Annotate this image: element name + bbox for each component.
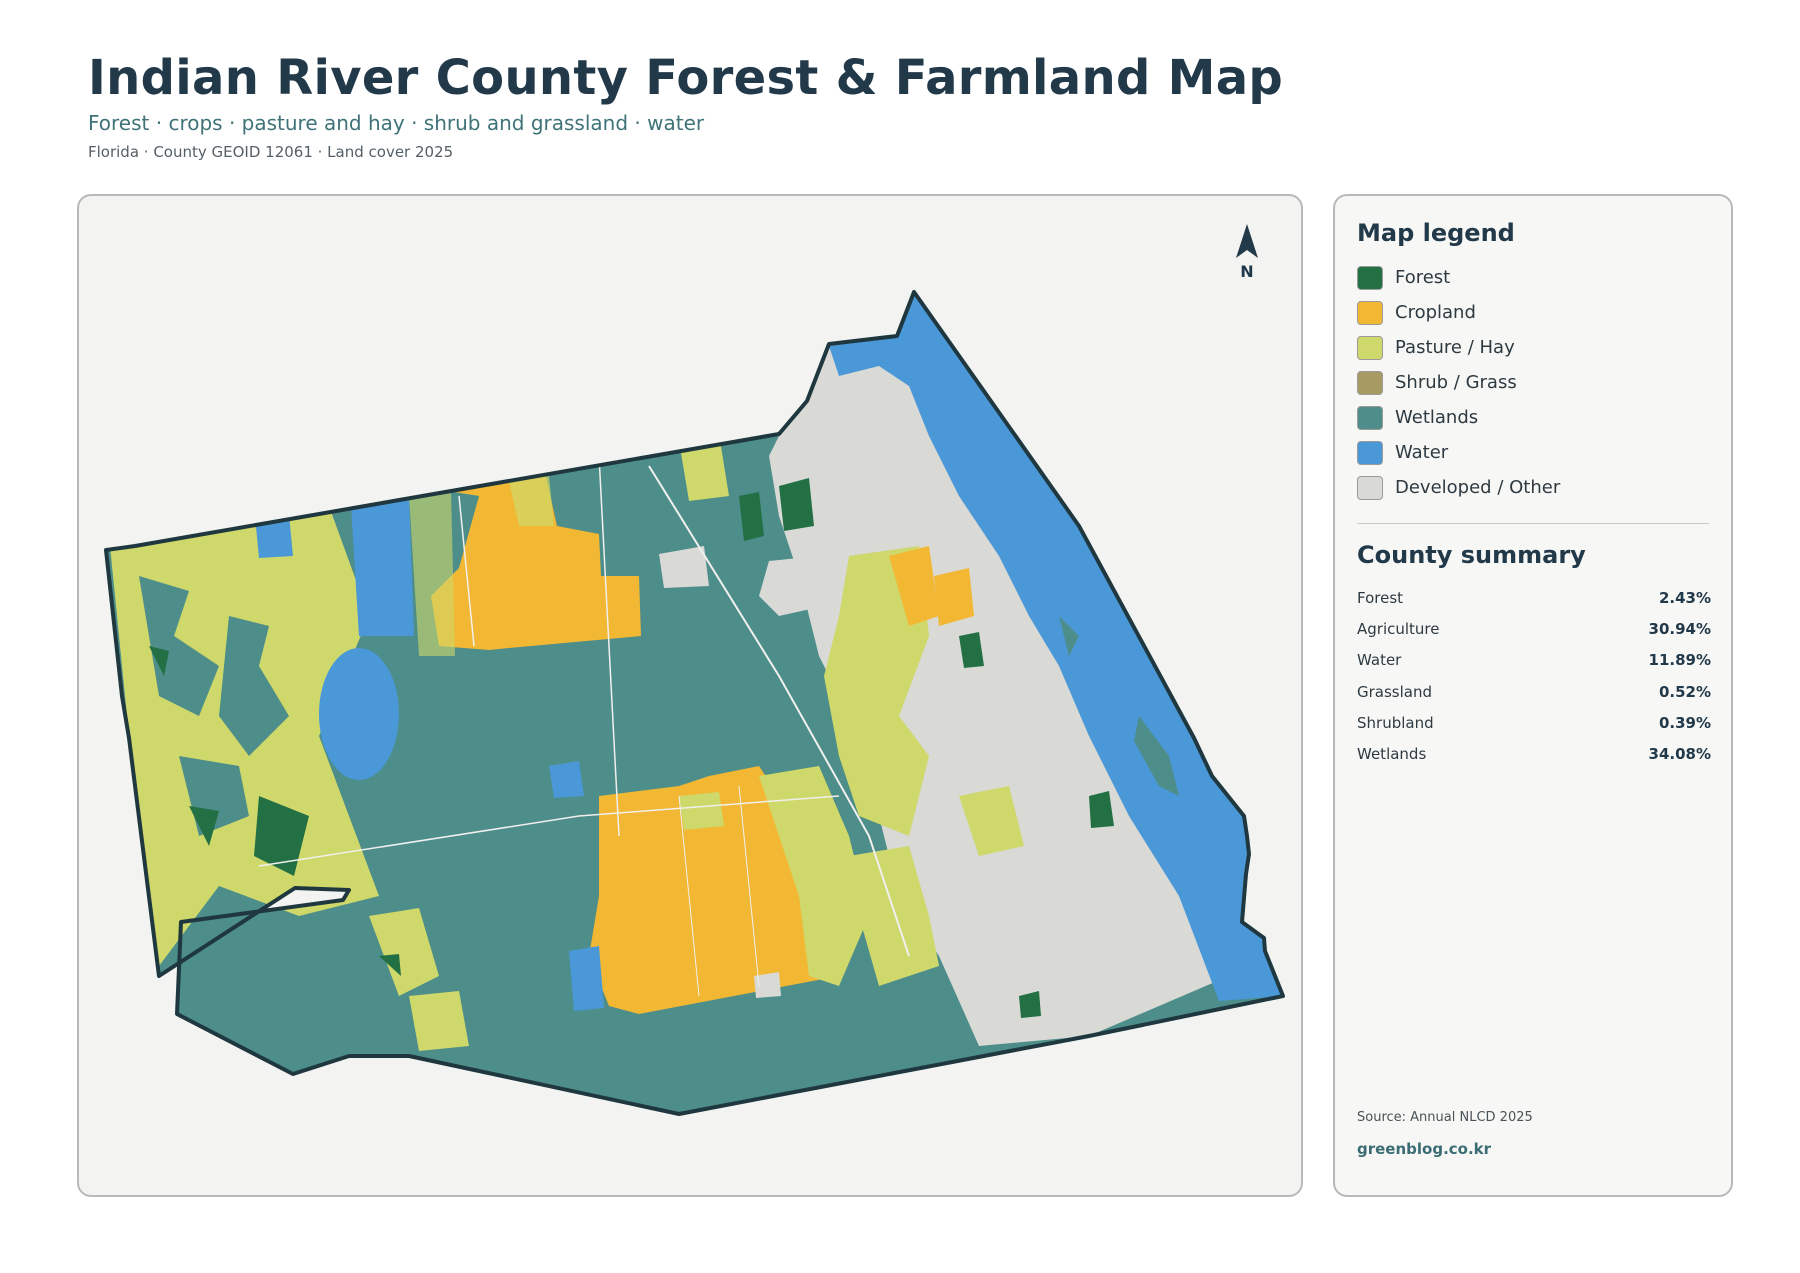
legend-swatch bbox=[1357, 440, 1383, 465]
legend-item: Cropland bbox=[1357, 295, 1711, 330]
summary-row: Water 11.89% bbox=[1357, 645, 1711, 676]
pasture-area bbox=[409, 991, 469, 1051]
page-title: Indian River County Forest & Farmland Ma… bbox=[88, 50, 1284, 106]
legend-label: Wetlands bbox=[1395, 407, 1479, 428]
summary-value: 0.52% bbox=[1658, 682, 1711, 701]
summary-row: Forest 2.43% bbox=[1357, 582, 1711, 613]
legend-swatch bbox=[1357, 370, 1383, 395]
summary-value: 0.39% bbox=[1658, 713, 1711, 732]
north-label: N bbox=[1240, 262, 1254, 281]
legend-label: Pasture / Hay bbox=[1395, 337, 1515, 358]
legend-item: Developed / Other bbox=[1357, 470, 1711, 505]
legend-swatch bbox=[1357, 335, 1383, 360]
summary-row: Grassland 0.52% bbox=[1357, 676, 1711, 707]
legend-label: Developed / Other bbox=[1395, 477, 1561, 498]
county-map[interactable] bbox=[79, 196, 1303, 1197]
land-cover-layer bbox=[106, 292, 1283, 1114]
legend-swatch bbox=[1357, 405, 1383, 430]
site-link[interactable]: greenblog.co.kr bbox=[1357, 1140, 1491, 1158]
pasture-area bbox=[679, 792, 724, 830]
page-meta: Florida · County GEOID 12061 · Land cove… bbox=[88, 143, 454, 161]
legend-item: Water bbox=[1357, 435, 1711, 470]
legend-title: Map legend bbox=[1357, 219, 1515, 247]
summary-value: 34.08% bbox=[1648, 745, 1711, 764]
summary-value: 11.89% bbox=[1648, 651, 1711, 670]
summary-row: Shrubland 0.39% bbox=[1357, 707, 1711, 738]
summary-label: Water bbox=[1357, 651, 1402, 670]
summary-row: Wetlands 34.08% bbox=[1357, 738, 1711, 769]
legend-list: Forest Cropland Pasture / Hay Shrub / Grass… bbox=[1357, 260, 1711, 505]
summary-value: 2.43% bbox=[1658, 588, 1711, 607]
legend-label: Water bbox=[1395, 442, 1449, 463]
summary-title: County summary bbox=[1357, 541, 1586, 569]
source-note: Source: Annual NLCD 2025 bbox=[1357, 1110, 1533, 1125]
north-arrow: N bbox=[1222, 222, 1272, 286]
legend-label: Shrub / Grass bbox=[1395, 372, 1517, 393]
summary-value: 30.94% bbox=[1648, 619, 1711, 638]
map-panel[interactable] bbox=[77, 194, 1303, 1197]
summary-list: Forest 2.43% Agriculture 30.94% Water 11.89% G… bbox=[1357, 582, 1711, 770]
water-area bbox=[569, 946, 604, 1011]
legend-swatch bbox=[1357, 265, 1383, 290]
legend-item: Shrub / Grass bbox=[1357, 365, 1711, 400]
legend-label: Forest bbox=[1395, 267, 1451, 288]
lake bbox=[319, 648, 399, 780]
legend-item: Forest bbox=[1357, 260, 1711, 295]
summary-label: Shrubland bbox=[1357, 713, 1434, 732]
side-panel: Map legend Forest Cropland Pasture / Hay Sh… bbox=[1333, 194, 1733, 1197]
legend-swatch bbox=[1357, 475, 1383, 500]
summary-label: Agriculture bbox=[1357, 619, 1440, 638]
legend-label: Cropland bbox=[1395, 302, 1476, 323]
legend-item: Wetlands bbox=[1357, 400, 1711, 435]
summary-label: Forest bbox=[1357, 588, 1404, 607]
forest-area bbox=[779, 478, 814, 531]
legend-swatch bbox=[1357, 300, 1383, 325]
header: Indian River County Forest & Farmland Ma… bbox=[88, 50, 1283, 162]
divider bbox=[1357, 523, 1709, 524]
water-area bbox=[549, 761, 584, 798]
legend-item: Pasture / Hay bbox=[1357, 330, 1711, 365]
north-arrow-icon bbox=[1236, 224, 1258, 258]
summary-label: Grassland bbox=[1357, 682, 1432, 701]
page-subtitle: Forest · crops · pasture and hay · shrub… bbox=[88, 111, 705, 135]
water-area bbox=[351, 496, 414, 636]
cropland-area bbox=[934, 568, 974, 626]
summary-label: Wetlands bbox=[1357, 745, 1427, 764]
summary-row: Agriculture 30.94% bbox=[1357, 613, 1711, 644]
